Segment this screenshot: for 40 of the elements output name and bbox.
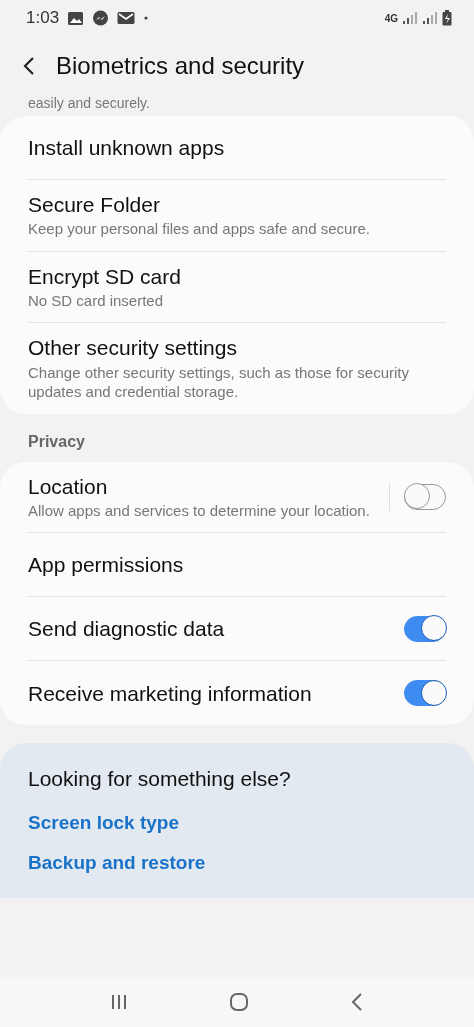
page-title: Biometrics and security [56,51,305,81]
item-subtitle: Keep your personal files and apps safe and secure. [28,219,371,239]
item-title: Encrypt SD card [28,263,182,289]
signal-icon [422,11,438,25]
toggle-switch[interactable] [404,615,446,642]
network-type: 4G [384,11,398,26]
item-subtitle: Allow apps and services to determine your location. [28,500,371,521]
image-icon [67,10,85,26]
dot-icon [143,15,150,21]
item-subtitle: Change other security settings, such as those for security updates and credential storage. [28,362,411,402]
panel-title: Looking for something else? [28,766,292,793]
item-title: Other security settings [28,335,238,361]
battery-icon [442,10,452,26]
item-title: Location [28,473,109,499]
suggestion-link[interactable]: Screen lock type [28,808,446,838]
item-title: Secure Folder [28,192,161,218]
suggestion-link[interactable]: Backup and restore [28,849,446,878]
toggle-switch[interactable] [404,483,446,510]
item-title: Install unknown apps [28,134,226,161]
settings-item[interactable]: Send diagnostic data [28,597,446,662]
signal-icon [402,11,418,25]
item-title: Receive marketing information [28,680,313,706]
mail-icon [117,11,136,25]
settings-item[interactable]: App permissions [28,533,446,598]
settings-item[interactable]: Install unknown apps [28,116,446,180]
toggle-switch[interactable] [404,680,446,707]
item-title: Send diagnostic data [28,616,226,642]
status-time: 1:03 [26,7,60,30]
section-header: Privacy [27,431,86,452]
description-text: easily and securely. [27,96,151,110]
item-title: App permissions [28,552,185,578]
recent-apps-icon[interactable] [110,993,129,1011]
settings-item[interactable]: Secure Folder Keep your personal files and apps safe and secure. [28,180,446,252]
settings-item[interactable]: Location Allow apps and services to determine your location. [28,461,446,534]
settings-item[interactable]: Receive marketing information [28,661,446,726]
chat-bubble-icon [92,9,110,27]
home-icon[interactable] [229,992,249,1012]
settings-item[interactable]: Other security settings Change other security settings, such as those for security updates and credential storage. [28,323,446,414]
item-subtitle: No SD card inserted [28,290,165,311]
settings-item[interactable]: Encrypt SD card No SD card inserted [28,251,446,324]
